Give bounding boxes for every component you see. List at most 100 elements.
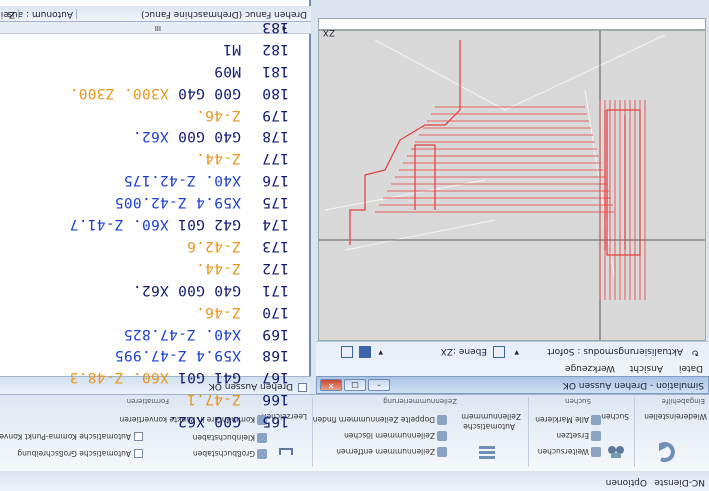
auto-capitalize-checkbox[interactable]	[134, 449, 143, 458]
code-line[interactable]: 167 G41 G01 X60. Z-48.3	[69, 369, 289, 385]
uppercase-icon	[257, 449, 267, 459]
menu-werkzeuge[interactable]: Werkzeuge	[565, 363, 615, 373]
ribbon: Wiedereinstellen Eingabehilfe Suchen Wei…	[0, 394, 709, 471]
minimize-button[interactable]: –	[368, 379, 390, 391]
code-line[interactable]: 166 Z-47.1	[187, 391, 289, 407]
line-number: 166	[261, 391, 289, 408]
fit-icon[interactable]	[341, 346, 353, 358]
group-title-zeilennummerierung: Zeilennummerierung	[383, 397, 457, 405]
code-line[interactable]: 175 X59.4 Z-42.005	[115, 194, 289, 210]
dropdown-arrow-icon[interactable]: ▾	[514, 347, 519, 357]
code-token: G00 X62.	[168, 413, 241, 430]
code-line[interactable]: 179 Z-46.	[196, 107, 289, 123]
replace-button[interactable]: Ersetzen	[556, 431, 589, 440]
reset-icon[interactable]	[655, 439, 681, 463]
remove-numbers-button[interactable]: Zeilennummern entfernen	[336, 447, 435, 456]
auto-numbering-label[interactable]: Automatische	[463, 422, 515, 431]
find-next-icon	[591, 447, 601, 457]
reset-button[interactable]: Wiedereinstellen	[644, 412, 707, 421]
maximize-button[interactable]: □	[344, 379, 366, 391]
uppercase-button[interactable]: Großbuchstaben	[193, 449, 255, 458]
line-number: 170	[261, 303, 289, 320]
tab-nc-dienste[interactable]: NC-Dienste	[654, 477, 705, 487]
code-line[interactable]: 180 G00 G40 X300. Z300.	[69, 85, 289, 101]
code-token: X300. Z300.	[69, 84, 169, 101]
code-token: X59.4 Z-47.995	[114, 347, 241, 364]
line-number: 175	[261, 194, 289, 211]
menu-datei[interactable]: Datei	[679, 363, 703, 373]
code-line[interactable]: 174 G42 G01 X60. Z-41.7	[69, 216, 289, 232]
code-token: Z-42.6	[186, 238, 241, 254]
lowercase-icon	[257, 433, 267, 443]
code-line[interactable]: 177 Z-44.	[196, 150, 289, 166]
code-token: X62.	[132, 281, 169, 298]
code-token: X62.	[132, 128, 169, 145]
code-token: X60. Z-48.3	[69, 369, 169, 386]
plane-select[interactable]: ZX	[441, 346, 453, 356]
code-line[interactable]: 171 G40 G00 X62.	[133, 282, 289, 298]
code-line[interactable]: 181 M09	[214, 63, 289, 79]
search-button[interactable]: Suchen	[601, 412, 629, 421]
line-number: 173	[261, 238, 289, 254]
code-line[interactable]: 172 Z-44.	[196, 260, 289, 276]
line-numbers-label[interactable]: Zeilennummern	[461, 412, 521, 421]
line-number: 177	[261, 150, 289, 167]
code-line[interactable]: 165 G00 X62.	[169, 413, 289, 429]
editor-title: Drehen Fanuc (Drehmaschine Fanuc)	[140, 9, 307, 19]
find-next-button[interactable]: Weitersuchen	[538, 447, 589, 456]
code-token: X40. Z-42.175	[123, 172, 241, 189]
code-token: Z-46.	[195, 303, 241, 320]
code-token: X59.4 Z-42.005	[114, 194, 241, 211]
code-token: G00 G40	[168, 84, 241, 101]
line-number: 172	[261, 259, 289, 276]
update-mode-select[interactable]: Aktualisierungsmodus : Sofort	[547, 346, 683, 356]
binoculars-icon[interactable]	[607, 443, 625, 461]
code-token: G42 G01	[168, 216, 241, 233]
line-number: 181	[261, 62, 289, 79]
auto-comma-checkbox[interactable]	[134, 432, 143, 441]
scroll-thumb[interactable]: III	[155, 24, 161, 32]
spaces-icon[interactable]	[279, 445, 293, 459]
code-line[interactable]: 176 X40. Z-42.175	[124, 172, 289, 188]
find-duplicates-button[interactable]: Doppelte Zeilennummern finden	[313, 415, 435, 424]
simulation-menu-bar: Datei Ansicht Werkzeuge	[316, 359, 709, 376]
simulation-title: Simulation - Drehen Aussen OK	[562, 380, 704, 390]
code-line[interactable]: 168 X59.4 Z-47.995	[115, 348, 289, 364]
simulation-toolbar: ↻ Aktualisierungsmodus : Sofort ▾ Ebene …	[316, 341, 709, 360]
line-number: 169	[261, 325, 289, 342]
code-token: Z-46.	[195, 106, 241, 123]
line-number: 178	[261, 128, 289, 145]
code-line[interactable]: 182 M1	[223, 41, 289, 57]
code-token: G40 G00	[168, 128, 241, 145]
line-number: 168	[261, 347, 289, 364]
close-button[interactable]: ✕	[320, 379, 342, 391]
menu-ansicht[interactable]: Ansicht	[630, 363, 663, 373]
simulation-canvas[interactable]	[318, 30, 706, 341]
group-title-suchen: Suchen	[565, 397, 591, 405]
code-line[interactable]: 183	[241, 19, 289, 35]
line-numbers-icon[interactable]	[477, 443, 497, 461]
dropdown-arrow-icon[interactable]: ▾	[378, 347, 383, 357]
group-separator	[528, 397, 529, 467]
delete-numbers-button[interactable]: Zeilennummern löschen	[344, 431, 435, 440]
code-line[interactable]: 169 X40. Z-47.825	[124, 326, 289, 342]
tab-optionen[interactable]: Optionen	[606, 477, 647, 487]
select-all-button[interactable]: Alle Markieren	[535, 415, 589, 424]
view-icon[interactable]	[359, 346, 371, 358]
code-token: M1	[222, 40, 241, 57]
group-title-eingabehilfe: Eingabehilfe	[661, 397, 705, 405]
lowercase-button[interactable]: Kleinbuchstaben	[193, 433, 255, 442]
code-line[interactable]: 178 G40 G00 X62.	[133, 129, 289, 145]
canvas-header-strip	[318, 18, 706, 30]
line-number: 180	[261, 84, 289, 101]
line-number: 167	[261, 369, 289, 386]
line-number: 174	[261, 216, 289, 233]
code-line[interactable]: 173 Z-42.6	[187, 238, 289, 254]
line-number: 171	[261, 281, 289, 298]
delete-numbers-icon	[437, 431, 447, 441]
code-line[interactable]: 170 Z-46.	[196, 304, 289, 320]
simulation-title-bar: Simulation - Drehen Aussen OK – □ ✕	[316, 376, 709, 394]
refresh-icon[interactable]: ↻	[691, 347, 699, 357]
line-status: Zei	[0, 9, 19, 19]
code-token: G40 G00	[168, 281, 241, 298]
